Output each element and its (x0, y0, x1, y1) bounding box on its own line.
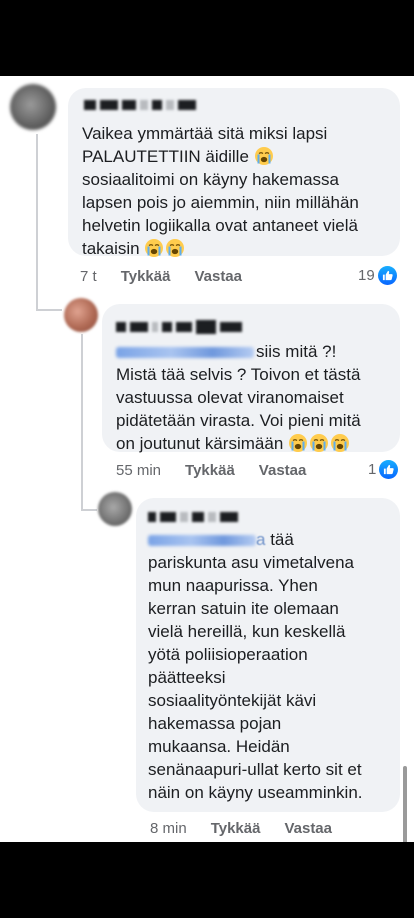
thumbs-up-icon (377, 266, 397, 285)
reaction-count: 1 (368, 461, 377, 478)
thread-line (36, 134, 38, 310)
comment-line: päätteeksi (148, 668, 226, 687)
comment-line: helvetin logiikalla ovat antaneet vielä (82, 216, 358, 235)
commenter-name[interactable] (84, 100, 196, 110)
comment-line: pidätetään virasta. Voi pieni mitä (116, 411, 361, 430)
reply-button[interactable]: Vastaa (194, 268, 242, 285)
thumbs-up-icon (379, 460, 399, 479)
loudly-crying-face-icon (288, 433, 308, 453)
comment-line: Vaikea ymmärtää sitä miksi lapsi (82, 124, 328, 143)
mention-tag[interactable] (116, 347, 254, 359)
comment-line: yötä poliisioperaation (148, 645, 308, 664)
comment-line: sosiaalitoimi on käyny hakemassa (82, 170, 340, 189)
comment-text: Vaikea ymmärtää sitä miksi lapsi PALAUTE… (82, 122, 390, 260)
comment-actions: 7 t Tykkää Vastaa (80, 268, 266, 285)
comment-text: a tää pariskunta asu vimetalvena mun naa… (148, 528, 392, 804)
comment-line: hakemassa pojan (148, 714, 282, 733)
comment-actions: 8 min Tykkää Vastaa (150, 820, 356, 837)
thread-line (36, 309, 62, 311)
comments-screen: Vaikea ymmärtää sitä miksi lapsi PALAUTE… (0, 76, 414, 842)
loudly-crying-face-icon (330, 433, 350, 453)
reaction-summary[interactable]: 1 (368, 460, 399, 479)
comment-line: a tää (148, 528, 392, 551)
comment-bubble: siis mitä ?! Mistä tää selvis ? Toivon e… (102, 304, 400, 455)
comment-time[interactable]: 7 t (80, 268, 97, 285)
comment-bubble: Vaikea ymmärtää sitä miksi lapsi PALAUTE… (68, 88, 400, 258)
comment-line: siis mitä ?! (116, 340, 390, 363)
loudly-crying-face-icon (309, 433, 329, 453)
comment-line-text: on joutunut kärsimään (116, 434, 284, 453)
comment-line-text: tää (265, 530, 294, 549)
comment-line: takaisin (82, 237, 390, 260)
comment-bubble: a tää pariskunta asu vimetalvena mun naa… (136, 498, 400, 812)
comment-line: PALAUTETTIIN äidille (82, 145, 390, 168)
loudly-crying-face-icon (165, 238, 185, 258)
loudly-crying-face-icon (144, 238, 164, 258)
comment-line: senänaapuri-ullat kerto sit et (148, 760, 362, 779)
reply-button[interactable]: Vastaa (259, 462, 307, 479)
like-button[interactable]: Tykkää (121, 268, 171, 285)
comment-line: näin on käyny useamminkin. (148, 783, 363, 802)
comment-line-text: siis mitä ?! (256, 342, 337, 361)
thread-line (81, 334, 83, 510)
avatar[interactable] (10, 84, 56, 130)
like-button[interactable]: Tykkää (211, 820, 261, 837)
comment-line: vastuussa olevat viranomaiset (116, 388, 344, 407)
comment-line: on joutunut kärsimään (116, 432, 390, 455)
comment-time[interactable]: 8 min (150, 820, 187, 837)
comment-line-text: PALAUTETTIIN äidille (82, 147, 249, 166)
comment-line: sosiaalityöntekijät kävi (148, 691, 317, 710)
comment-line: kerran satuin ite olemaan (148, 599, 339, 618)
comment-line: pariskunta asu vimetalvena (148, 553, 355, 572)
mention-tag[interactable] (148, 535, 256, 547)
reply-button[interactable]: Vastaa (284, 820, 332, 837)
commenter-name[interactable] (116, 320, 242, 334)
comment-line: vielä hereillä, kun keskellä (148, 622, 346, 641)
comment-line: mukaansa. Heidän (148, 737, 290, 756)
scrollbar[interactable] (403, 766, 407, 842)
comment-line: mun naapurissa. Yhen (148, 576, 318, 595)
comment-actions: 55 min Tykkää Vastaa (116, 462, 330, 479)
reaction-count: 19 (358, 267, 375, 284)
avatar[interactable] (64, 298, 98, 332)
comment-text: siis mitä ?! Mistä tää selvis ? Toivon e… (116, 340, 390, 455)
commenter-name[interactable] (148, 512, 238, 522)
comment-time[interactable]: 55 min (116, 462, 161, 479)
comment-line: lapsen pois jo aiemmin, niin millähän (82, 193, 359, 212)
avatar[interactable] (98, 492, 132, 526)
reaction-summary[interactable]: 19 (358, 266, 397, 285)
loudly-crying-face-icon (254, 146, 274, 166)
comment-line: Mistä tää selvis ? Toivon et tästä (116, 365, 361, 384)
comment-line-text: takaisin (82, 239, 140, 258)
thread-line (81, 509, 97, 511)
like-button[interactable]: Tykkää (185, 462, 235, 479)
mention-tail[interactable]: a (256, 530, 265, 549)
